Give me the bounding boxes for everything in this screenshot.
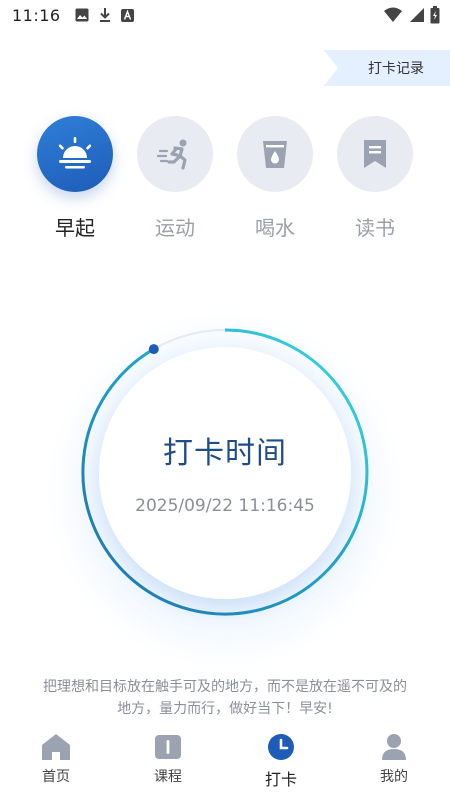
category-circle (137, 116, 213, 192)
bottom-nav: 首页 课程 打卡 我的 (0, 728, 450, 800)
category-water[interactable]: 喝水 (237, 116, 313, 241)
checkin-datetime: 2025/09/22 11:16:45 (135, 496, 315, 516)
category-exercise[interactable]: 运动 (137, 116, 213, 241)
clock-face (99, 347, 351, 599)
profile-icon (382, 734, 406, 760)
category-label: 早起 (55, 216, 95, 240)
nav-item-course[interactable]: 课程 (128, 732, 208, 786)
category-label: 喝水 (255, 216, 295, 240)
nav-item-profile[interactable]: 我的 (354, 732, 434, 786)
status-bar: 11:16 (0, 0, 450, 30)
category-label: 读书 (355, 216, 395, 240)
sunrise-icon (58, 137, 92, 169)
checkin-clock[interactable]: 打卡时间 2025/09/22 11:16:45 (0, 300, 450, 670)
checkin-title: 打卡时间 (163, 436, 287, 471)
bookmark-icon (364, 140, 386, 168)
checkin-record-label: 打卡记录 (368, 61, 424, 77)
category-circle (37, 116, 113, 192)
clock-icon (268, 734, 294, 760)
nav-label: 我的 (380, 769, 408, 785)
category-label: 运动 (155, 216, 195, 240)
category-reading[interactable]: 读书 (337, 116, 413, 241)
nav-item-home[interactable]: 首页 (16, 732, 96, 786)
wifi-icon (384, 7, 402, 22)
nav-label: 打卡 (264, 770, 297, 789)
category-circle (237, 116, 313, 192)
running-icon (157, 139, 187, 170)
nav-label: 课程 (154, 769, 182, 785)
category-early-rise[interactable]: 早起 (37, 116, 113, 241)
image-icon (75, 8, 89, 22)
home-icon (42, 734, 70, 760)
status-notification-icons (75, 7, 134, 23)
category-selector: 早起 运动 喝水 读书 (0, 116, 450, 246)
course-icon (155, 735, 181, 759)
status-system-icons (384, 6, 440, 24)
category-circle (337, 116, 413, 192)
water-cup-icon (263, 141, 287, 168)
battery-icon (430, 6, 440, 24)
motto-text: 把理想和目标放在触手可及的地方，而不是放在遥不可及的地方，量力而行，做好当下！早… (43, 679, 407, 717)
status-time: 11:16 (12, 5, 61, 25)
download-icon (99, 8, 110, 22)
nav-label: 首页 (42, 769, 70, 785)
checkin-record-button[interactable]: 打卡记录 (324, 50, 450, 86)
signal-icon (410, 8, 424, 22)
app-a-icon (120, 8, 134, 22)
nav-item-checkin[interactable]: 打卡 (241, 732, 321, 790)
